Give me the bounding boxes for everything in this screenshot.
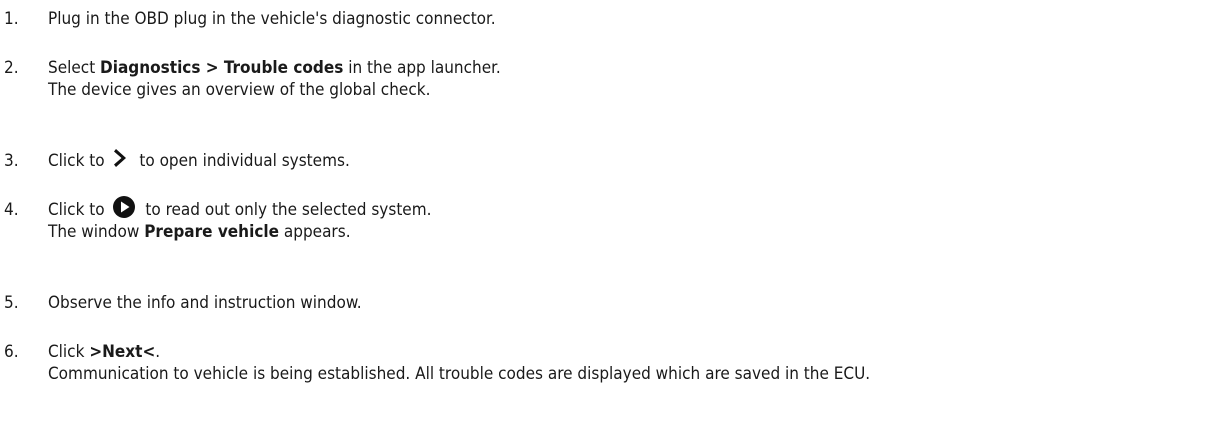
step-body: Click to to open individual systems. xyxy=(48,147,1203,172)
step-text-post: . xyxy=(155,342,161,362)
play-circle-icon xyxy=(112,196,135,218)
step-body: Click >Next<. Communication to vehicle i… xyxy=(48,341,1203,385)
step-text-pre: Click to xyxy=(48,151,110,171)
step-text-pre: Click xyxy=(48,342,90,362)
chevron-right-icon xyxy=(113,147,129,169)
step-text: Select Diagnostics > Trouble codes in th… xyxy=(48,57,1203,79)
step-text: Click to to open individual systems. xyxy=(48,147,1203,172)
menu-path: Diagnostics > Trouble codes xyxy=(100,58,344,78)
step-text: Plug in the OBD plug in the vehicle's di… xyxy=(48,9,496,29)
step-result: The window Prepare vehicle appears. xyxy=(48,221,1203,243)
step-text-pre: Select xyxy=(48,58,101,78)
step-body: Click to to read out only the selected s… xyxy=(48,196,1203,243)
step-result-post: appears. xyxy=(279,222,351,242)
step-result: The device gives an overview of the glob… xyxy=(48,80,431,100)
step-number: 6. xyxy=(4,342,19,362)
step-number: 5. xyxy=(4,293,19,313)
step-number: 2. xyxy=(4,58,19,78)
step-text-post: to read out only the selected system. xyxy=(140,200,432,220)
step-body: Observe the info and instruction window. xyxy=(48,292,1203,314)
next-button-label: >Next< xyxy=(89,342,156,362)
step-text-pre: Click to xyxy=(48,200,110,220)
step-text-post: in the app launcher. xyxy=(343,58,501,78)
step-number: 1. xyxy=(4,9,19,29)
window-name: Prepare vehicle xyxy=(144,222,279,242)
step-result: Communication to vehicle is being establ… xyxy=(48,364,871,384)
step-body: Select Diagnostics > Trouble codes in th… xyxy=(48,57,1203,101)
step-text-post: to open individual systems. xyxy=(134,151,350,171)
step-text: Click to to read out only the selected s… xyxy=(48,196,1203,221)
step-body: Plug in the OBD plug in the vehicle's di… xyxy=(48,8,1203,30)
step-number: 3. xyxy=(4,151,19,171)
step-text: Click >Next<. xyxy=(48,341,1203,363)
step-number: 4. xyxy=(4,200,19,220)
step-text: Observe the info and instruction window. xyxy=(48,293,362,313)
step-result-pre: The window xyxy=(48,222,145,242)
